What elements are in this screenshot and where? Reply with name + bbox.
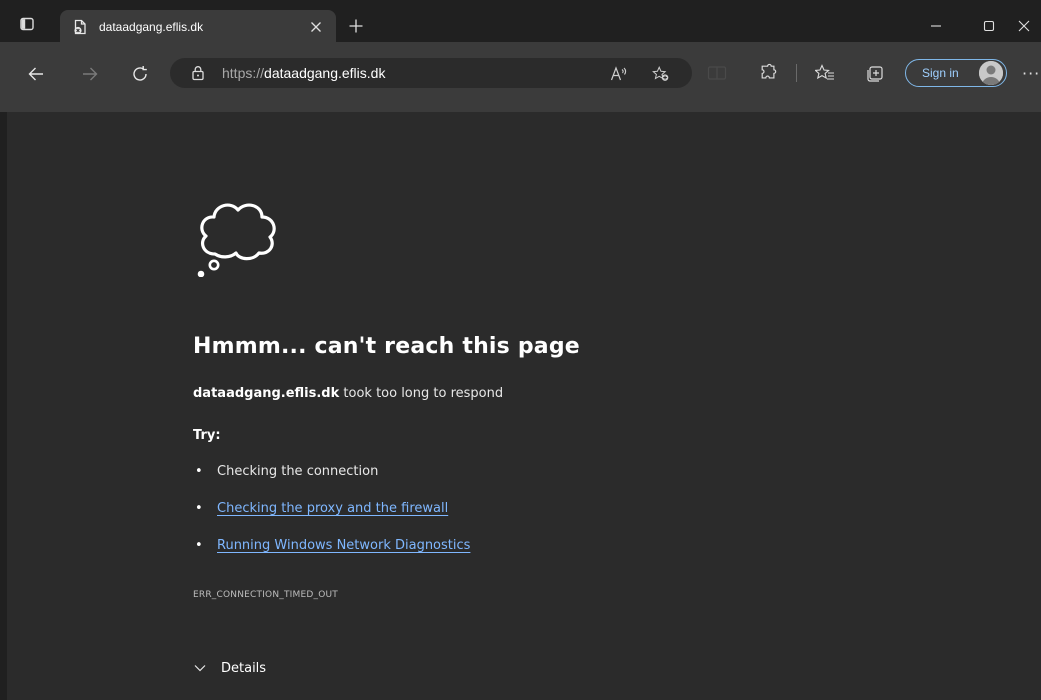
proxy-firewall-link[interactable]: Checking the proxy and the firewall: [217, 501, 448, 516]
suggestion-check-connection: Checking the connection: [217, 464, 379, 479]
url-scheme: https://: [222, 65, 265, 81]
address-bar[interactable]: https://dataadgang.eflis.dk: [170, 58, 692, 88]
arrow-left-icon: [28, 67, 43, 81]
read-aloud-icon[interactable]: [610, 65, 628, 83]
network-diagnostics-link[interactable]: Running Windows Network Diagnostics: [217, 538, 470, 553]
split-screen-icon[interactable]: [706, 62, 728, 84]
sign-in-label: Sign in: [922, 66, 959, 80]
error-code: ERR_CONNECTION_TIMED_OUT: [193, 590, 338, 600]
refresh-button[interactable]: [124, 58, 156, 90]
error-title: Hmmm... can't reach this page: [193, 334, 580, 359]
suggestion-list: • Checking the connection • Checking the…: [193, 464, 470, 575]
favorites-icon[interactable]: [814, 62, 836, 84]
bullet: •: [195, 538, 203, 553]
url-text[interactable]: https://dataadgang.eflis.dk: [222, 65, 385, 81]
tab-actions-icon[interactable]: [14, 12, 40, 36]
more-options-button[interactable]: ···: [1022, 62, 1041, 84]
tab-title: dataadgang.eflis.dk: [99, 19, 204, 34]
avatar: [979, 61, 1003, 85]
active-tab[interactable]: dataadgang.eflis.dk: [60, 10, 336, 43]
back-button[interactable]: [20, 58, 52, 90]
chevron-down-icon: [193, 661, 207, 675]
refresh-icon: [133, 66, 147, 81]
browser-toolbar: https://dataadgang.eflis.dk Sign in ···: [0, 42, 1041, 112]
details-label: Details: [221, 660, 267, 676]
list-item: • Checking the connection: [193, 464, 470, 501]
maximize-icon: [983, 20, 995, 32]
collections-icon[interactable]: [864, 62, 886, 84]
sign-in-button[interactable]: Sign in: [905, 59, 1007, 87]
lock-icon[interactable]: [190, 65, 206, 81]
forward-button[interactable]: [74, 58, 106, 90]
list-item: • Running Windows Network Diagnostics: [193, 538, 470, 575]
bullet: •: [195, 464, 203, 479]
close-window-icon: [1018, 20, 1030, 32]
maximize-button[interactable]: [966, 14, 1012, 38]
close-icon[interactable]: [306, 17, 326, 37]
close-window-button[interactable]: [1018, 14, 1041, 38]
arrow-right-icon: [83, 67, 98, 81]
new-tab-button[interactable]: [342, 12, 370, 40]
url-host: dataadgang.eflis.dk: [264, 65, 386, 81]
add-favorite-icon[interactable]: [652, 65, 670, 83]
page-content: Hmmm... can't reach this page dataadgang…: [7, 112, 1041, 700]
bullet: •: [195, 501, 203, 516]
toolbar-separator: [796, 64, 797, 82]
try-heading: Try:: [193, 428, 221, 443]
error-message: took too long to respond: [339, 386, 504, 401]
details-button[interactable]: Details: [193, 658, 266, 678]
extensions-icon[interactable]: [758, 62, 780, 84]
list-item: • Checking the proxy and the firewall: [193, 501, 470, 538]
plus-icon: [349, 19, 363, 33]
minimize-icon: [931, 25, 941, 27]
minimize-button[interactable]: [913, 14, 959, 38]
error-description: dataadgang.eflis.dk took too long to res…: [193, 386, 503, 401]
error-host: dataadgang.eflis.dk: [193, 386, 340, 401]
page-error-icon: [71, 18, 89, 36]
thought-bubble-icon: [197, 203, 276, 277]
